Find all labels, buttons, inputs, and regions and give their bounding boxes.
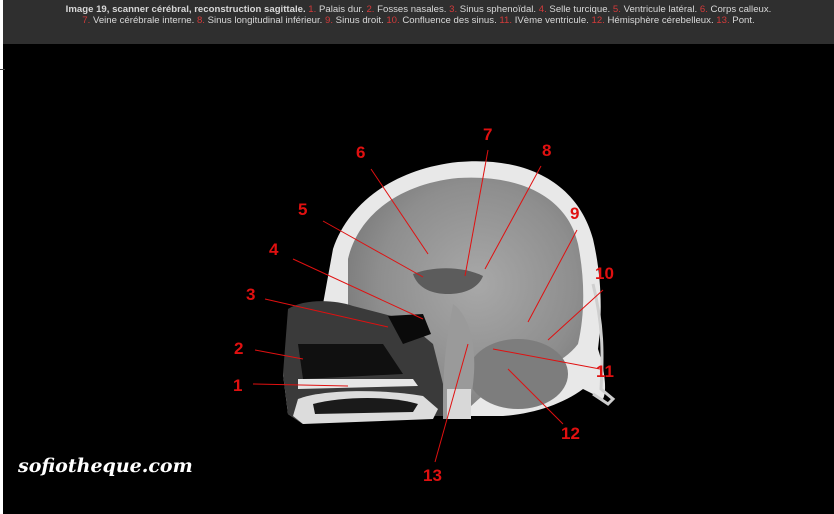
- label-6: 6: [356, 143, 366, 162]
- caption-item-12: 12. Hémisphère cérebelleux.: [591, 15, 717, 26]
- caption-item-6: 6. Corps calleux.: [699, 4, 772, 15]
- label-3: 3: [246, 285, 256, 304]
- label-7: 7: [483, 125, 493, 144]
- cerebellum: [468, 339, 568, 409]
- label-12: 12: [561, 424, 580, 443]
- label-1: 1: [233, 376, 243, 395]
- caption-item-10: 10. Confluence des sinus.: [386, 15, 500, 26]
- caption-item-7: 7. Veine cérébrale interne.: [82, 15, 197, 26]
- caption-item-13: 13. Pont.: [716, 15, 755, 26]
- caption-item-4: 4. Selle turcique.: [538, 4, 613, 15]
- label-5: 5: [298, 200, 308, 219]
- ct-scan-sagittal: [252, 149, 616, 463]
- caption-item-1: 1. Palais dur.: [308, 4, 367, 15]
- label-11: 11: [596, 362, 614, 381]
- edge-tick: [0, 69, 5, 70]
- caption-item-8: 8. Sinus longitudinal inférieur.: [196, 15, 325, 26]
- label-2: 2: [234, 339, 244, 358]
- viewer-frame: Image 19, scanner cérébral, reconstructi…: [3, 0, 834, 514]
- caption-item-9: 9. Sinus droit.: [324, 15, 387, 26]
- caption-item-3: 3. Sinus sphenoïdal.: [449, 4, 539, 15]
- caption-item-5: 5. Ventricule latéral.: [612, 4, 700, 15]
- label-10: 10: [595, 264, 614, 283]
- label-9: 9: [570, 204, 580, 223]
- label-8: 8: [542, 141, 552, 160]
- label-4: 4: [269, 240, 279, 259]
- caption-bar: Image 19, scanner cérébral, reconstructi…: [3, 0, 834, 44]
- label-13: 13: [423, 466, 442, 485]
- watermark-logo: sofiotheque.com: [18, 455, 193, 477]
- caption-item-2: 2. Fosses nasales.: [366, 4, 450, 15]
- vertebra: [447, 389, 471, 419]
- caption-item-11: 11. IVème ventricule.: [499, 15, 592, 26]
- caption-title: Image 19, scanner cérébral, reconstructi…: [65, 4, 306, 15]
